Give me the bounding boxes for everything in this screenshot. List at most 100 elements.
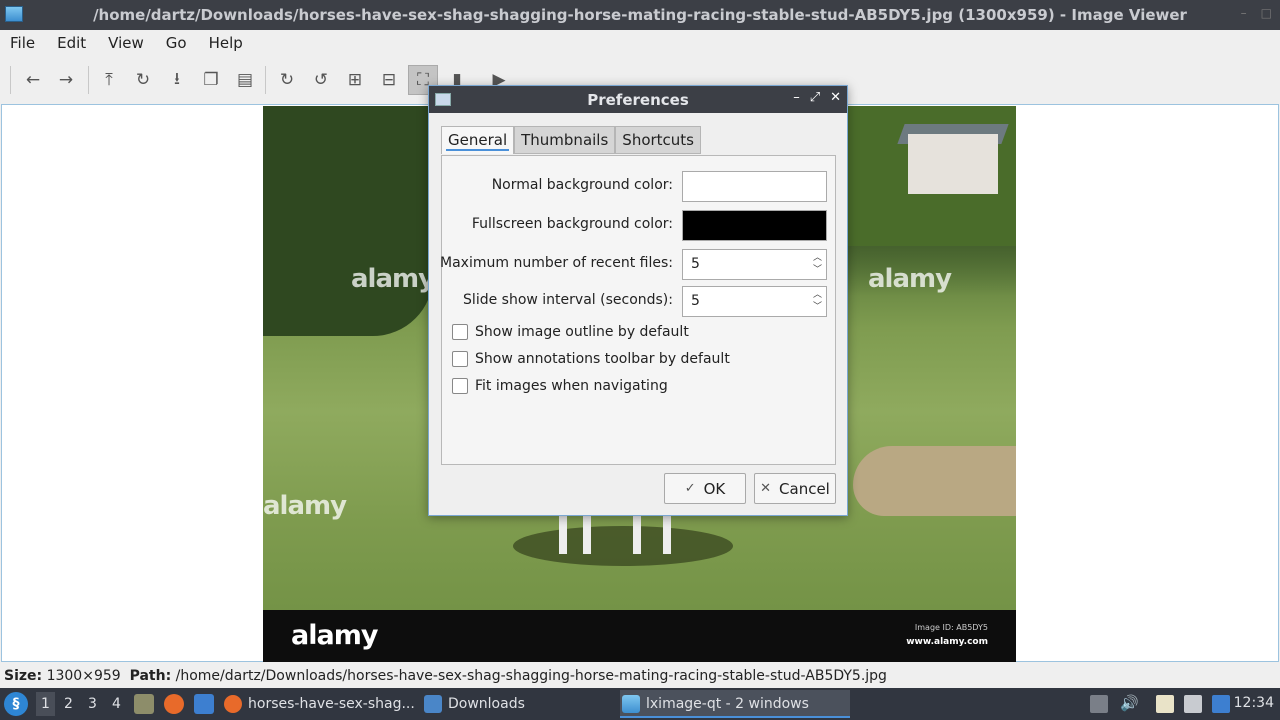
volume-icon[interactable]: 🔊 — [1120, 694, 1139, 712]
task-label: lximage-qt - 2 windows — [646, 696, 809, 712]
dialog-title: Preferences — [587, 91, 689, 109]
cancel-button-label: Cancel — [779, 479, 830, 498]
tab-shortcuts[interactable]: Shortcuts — [615, 126, 702, 154]
network-icon[interactable] — [1184, 695, 1202, 713]
tab-thumbnails[interactable]: Thumbnails — [514, 126, 616, 154]
fit-images-checkbox[interactable]: Fit images when navigating — [452, 378, 668, 394]
task-lximage[interactable]: lximage-qt - 2 windows — [620, 690, 850, 718]
window-titlebar: /home/dartz/Downloads/horses-have-sex-sh… — [0, 0, 1280, 30]
menu-view[interactable]: View — [108, 30, 144, 56]
start-menu-icon[interactable]: § — [4, 692, 28, 716]
menu-bar: File Edit View Go Help — [0, 30, 1280, 56]
toolbar-separator — [88, 66, 89, 94]
preferences-tabs: General Thumbnails Shortcuts — [441, 126, 702, 154]
status-size-value: 1300×959 — [46, 668, 121, 684]
menu-file[interactable]: File — [10, 30, 35, 56]
maximize-icon[interactable]: ⤢ — [810, 90, 820, 105]
window-controls: – □ — [1241, 6, 1272, 20]
task-firefox[interactable]: horses-have-sex-shag... — [222, 690, 418, 718]
minimize-icon[interactable]: – — [1241, 6, 1247, 20]
taskbar: § 1 2 3 4 horses-have-sex-shag... Downlo… — [0, 688, 1280, 720]
slideshow-interval-spinbox[interactable]: 5 ︿ ﹀ — [682, 286, 827, 317]
rotate-clockwise-icon[interactable]: ↻ — [272, 65, 302, 95]
zoom-out-icon[interactable]: ⊟ — [374, 65, 404, 95]
spin-arrows-icon[interactable]: ︿ ﹀ — [813, 289, 822, 313]
toolbar-separator — [265, 66, 266, 94]
image-horse-legs — [553, 516, 703, 556]
minimize-icon[interactable]: – — [793, 90, 800, 105]
image-dirt-patch — [853, 446, 1016, 516]
menu-go[interactable]: Go — [166, 30, 187, 56]
firefox-launcher-icon[interactable] — [164, 694, 184, 714]
folder-icon — [424, 695, 442, 713]
stock-image-id: Image ID: AB5DY5 — [914, 623, 988, 632]
maximize-icon[interactable]: □ — [1261, 6, 1272, 20]
desktop-4[interactable]: 4 — [112, 696, 121, 712]
toolbar-separator — [10, 66, 11, 94]
zoom-in-icon[interactable]: ⊞ — [340, 65, 370, 95]
preferences-dialog: Preferences – ⤢ ✕ General Thumbnails Sho… — [428, 85, 848, 516]
general-settings-panel: Normal background color: Fullscreen back… — [440, 155, 836, 465]
desktop-1[interactable]: 1 — [36, 692, 55, 716]
save-icon[interactable]: ⭳ — [162, 65, 192, 95]
recent-files-spinbox[interactable]: 5 ︿ ﹀ — [682, 249, 827, 280]
cancel-button[interactable]: ✕ Cancel — [754, 473, 836, 504]
image-watermark: alamy — [263, 491, 347, 521]
checkmark-icon: ✓ — [684, 481, 696, 496]
checkbox-box[interactable] — [452, 378, 468, 394]
file-manager-launcher-icon[interactable] — [134, 694, 154, 714]
normal-bg-color-button[interactable] — [682, 171, 827, 202]
image-trees-left — [263, 106, 433, 336]
stock-url: www.alamy.com — [906, 637, 988, 647]
copy-icon[interactable]: ❐ — [196, 65, 226, 95]
checkbox-box[interactable] — [452, 324, 468, 340]
cancel-x-icon: ✕ — [760, 481, 772, 496]
rotate-counterclockwise-icon[interactable]: ↺ — [306, 65, 336, 95]
forward-arrow-icon[interactable]: → — [51, 65, 81, 95]
clipboard-icon[interactable] — [1156, 695, 1174, 713]
stock-brand-logo: alamy — [291, 620, 378, 651]
desktop-3[interactable]: 3 — [88, 696, 97, 712]
image-viewer-icon — [622, 695, 640, 713]
spin-arrows-icon[interactable]: ︿ ﹀ — [813, 252, 822, 276]
image-house — [908, 134, 998, 194]
show-desktop-icon[interactable] — [194, 694, 214, 714]
back-arrow-icon[interactable]: ← — [18, 65, 48, 95]
recent-files-label: Maximum number of recent files: — [440, 255, 673, 271]
open-file-icon[interactable]: ⤒ — [94, 65, 124, 95]
menu-help[interactable]: Help — [209, 30, 243, 56]
slideshow-interval-value: 5 — [691, 293, 700, 309]
image-watermark: alamy — [351, 264, 435, 294]
checkbox-box[interactable] — [452, 351, 468, 367]
task-downloads[interactable]: Downloads — [422, 690, 612, 718]
show-outline-checkbox[interactable]: Show image outline by default — [452, 324, 689, 340]
tray-up-arrow-icon[interactable] — [1090, 695, 1108, 713]
slideshow-interval-label: Slide show interval (seconds): — [463, 292, 673, 308]
menu-edit[interactable]: Edit — [57, 30, 86, 56]
show-annotations-label: Show annotations toolbar by default — [475, 351, 730, 367]
updates-icon[interactable] — [1212, 695, 1230, 713]
reload-icon[interactable]: ↻ — [128, 65, 158, 95]
fit-images-label: Fit images when navigating — [475, 378, 668, 394]
show-outline-label: Show image outline by default — [475, 324, 689, 340]
image-stock-footer: alamy Image ID: AB5DY5 www.alamy.com — [263, 610, 1016, 662]
status-bar: Size: 1300×959 Path: /home/dartz/Downloa… — [0, 666, 1280, 688]
ok-button[interactable]: ✓ OK — [664, 473, 746, 504]
show-annotations-checkbox[interactable]: Show annotations toolbar by default — [452, 351, 730, 367]
fullscreen-bg-color-label: Fullscreen background color: — [471, 216, 673, 232]
paste-icon[interactable]: ▤ — [230, 65, 260, 95]
image-watermark: alamy — [868, 264, 952, 294]
close-icon[interactable]: ✕ — [830, 90, 841, 105]
window-title: /home/dartz/Downloads/horses-have-sex-sh… — [93, 6, 1187, 24]
status-size-label: Size: — [4, 668, 43, 684]
recent-files-value: 5 — [691, 256, 700, 272]
task-label: Downloads — [448, 696, 525, 712]
desktop-2[interactable]: 2 — [64, 696, 73, 712]
ok-button-label: OK — [703, 479, 726, 498]
fullscreen-bg-color-button[interactable] — [682, 210, 827, 241]
normal-bg-color-label: Normal background color: — [491, 177, 673, 193]
dialog-titlebar[interactable]: Preferences – ⤢ ✕ — [429, 86, 847, 113]
firefox-icon — [224, 695, 242, 713]
clock[interactable]: 12:34 — [1234, 695, 1274, 711]
tab-general[interactable]: General — [441, 126, 515, 154]
